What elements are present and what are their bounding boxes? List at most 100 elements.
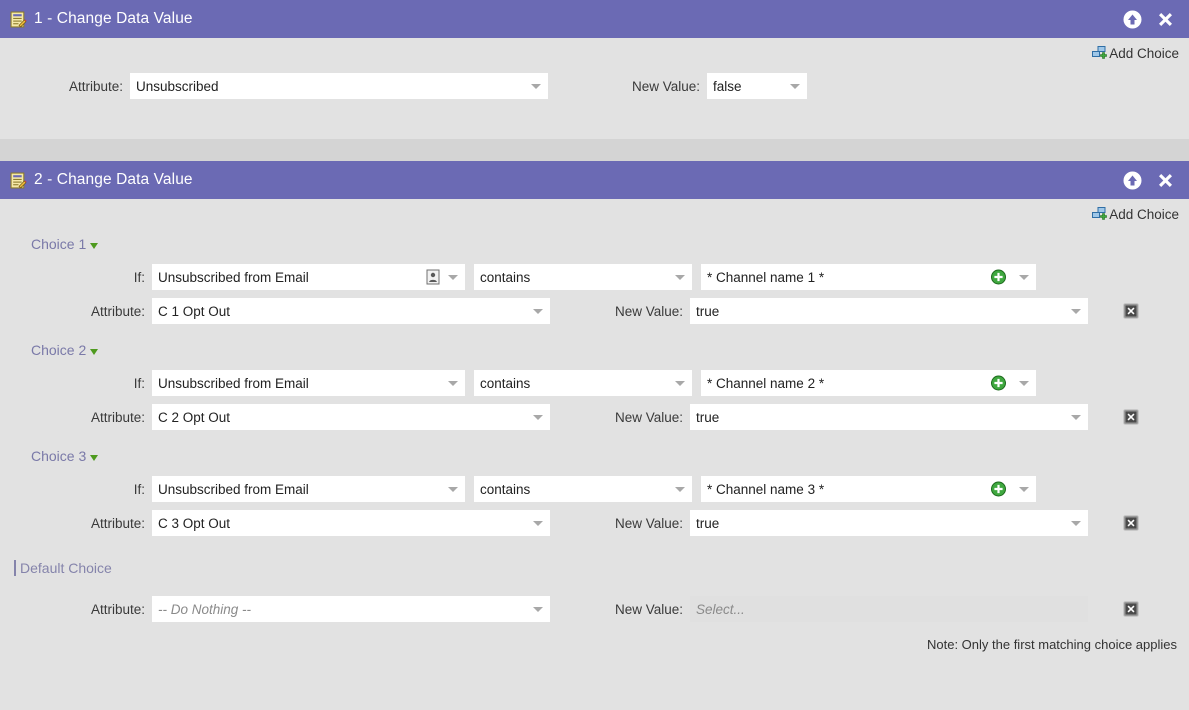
panel-separator bbox=[0, 139, 1189, 161]
choice-1-attribute-select[interactable]: C 1 Opt Out bbox=[152, 298, 550, 324]
choice-2-delete-button[interactable] bbox=[1123, 409, 1139, 425]
choice-1-operator-select[interactable]: contains bbox=[474, 264, 692, 290]
choice-3-if-field-value: Unsubscribed from Email bbox=[158, 481, 309, 497]
choice-3-attribute-row: Attribute: C 3 Opt Out New Value: true bbox=[0, 508, 1189, 538]
notepad-pencil-icon bbox=[10, 11, 27, 28]
choice-3-delete-button[interactable] bbox=[1123, 515, 1139, 531]
panel-2-header: 2 - Change Data Value bbox=[0, 161, 1189, 199]
default-choice-new-value-placeholder: Select... bbox=[696, 601, 745, 617]
choice-1-attribute-row: Attribute: C 1 Opt Out New Value: true bbox=[0, 296, 1189, 326]
choice-3-compare-value: * Channel name 3 * bbox=[707, 481, 825, 497]
choice-3-compare-value-select[interactable]: * Channel name 3 * bbox=[701, 476, 1036, 502]
choice-3-operator-select[interactable]: contains bbox=[474, 476, 692, 502]
choice-3-header: Choice 3 bbox=[0, 448, 1189, 464]
choice-2-header: Choice 2 bbox=[0, 342, 1189, 358]
choice-block-3: Choice 3 If: Unsubscribed from Email con… bbox=[0, 448, 1189, 538]
default-choice-new-value-label: New Value: bbox=[614, 601, 683, 617]
choice-1-new-value-select[interactable]: true bbox=[690, 298, 1088, 324]
default-choice-attribute-value: -- Do Nothing -- bbox=[158, 601, 252, 617]
close-x-icon[interactable] bbox=[1156, 10, 1175, 29]
choice-1-attribute-value: C 1 Opt Out bbox=[158, 303, 231, 319]
choice-2-if-field-select[interactable]: Unsubscribed from Email bbox=[152, 370, 465, 396]
chevron-down-icon bbox=[675, 275, 685, 280]
close-x-icon[interactable] bbox=[1156, 171, 1175, 190]
panel-1-attribute-select[interactable]: Unsubscribed bbox=[130, 73, 548, 99]
choice-2-label: Choice 2 bbox=[31, 342, 87, 358]
choice-block-1: Choice 1 If: Unsubscribed from Email con… bbox=[0, 236, 1189, 326]
chevron-down-icon bbox=[675, 487, 685, 492]
choice-2-attribute-value: C 2 Opt Out bbox=[158, 409, 231, 425]
choice-1-toggle[interactable]: Choice 1 bbox=[31, 236, 99, 252]
choice-3-label: Choice 3 bbox=[31, 448, 87, 464]
add-choice-label: Add Choice bbox=[1109, 46, 1179, 61]
choice-1-attribute-label: Attribute: bbox=[90, 303, 145, 319]
panel-2-body: Add Choice Choice 1 If: Unsubscribed fro… bbox=[0, 199, 1189, 710]
choice-3-if-field-select[interactable]: Unsubscribed from Email bbox=[152, 476, 465, 502]
panel-1-title-wrap: 1 - Change Data Value bbox=[10, 10, 193, 28]
choice-1-if-label: If: bbox=[133, 269, 145, 285]
notepad-pencil-icon bbox=[10, 172, 27, 189]
choice-1-label: Choice 1 bbox=[31, 236, 87, 252]
add-choice-button-2[interactable]: Add Choice bbox=[1092, 207, 1179, 222]
choice-2-attribute-row: Attribute: C 2 Opt Out New Value: true bbox=[0, 402, 1189, 432]
choice-2-compare-value-select[interactable]: * Channel name 2 * bbox=[701, 370, 1036, 396]
contact-card-icon[interactable] bbox=[426, 269, 440, 285]
up-arrow-circle-icon[interactable] bbox=[1123, 171, 1142, 190]
default-choice-header: Default Choice bbox=[0, 560, 1189, 576]
choice-3-attribute-value: C 3 Opt Out bbox=[158, 515, 231, 531]
chevron-down-icon bbox=[448, 487, 458, 492]
choice-2-if-label: If: bbox=[133, 375, 145, 391]
chevron-down-icon bbox=[790, 84, 800, 89]
choice-3-attribute-select[interactable]: C 3 Opt Out bbox=[152, 510, 550, 536]
choice-2-toggle[interactable]: Choice 2 bbox=[31, 342, 99, 358]
panel-1-attribute-value: Unsubscribed bbox=[136, 78, 219, 94]
default-choice-block: Default Choice Attribute: -- Do Nothing … bbox=[0, 560, 1189, 652]
choice-3-new-value: true bbox=[696, 515, 720, 531]
choice-1-operator-value: contains bbox=[480, 269, 531, 285]
panel-1-body: Add Choice Attribute: Unsubscribed New V… bbox=[0, 38, 1189, 139]
choice-3-attribute-label: Attribute: bbox=[90, 515, 145, 531]
choice-3-operator-value: contains bbox=[480, 481, 531, 497]
choice-1-new-value-label: New Value: bbox=[614, 303, 683, 319]
choice-3-toggle[interactable]: Choice 3 bbox=[31, 448, 99, 464]
chevron-down-icon bbox=[533, 415, 543, 420]
panel-1-title: 1 - Change Data Value bbox=[34, 10, 193, 27]
choice-2-operator-value: contains bbox=[480, 375, 531, 391]
choice-block-2: Choice 2 If: Unsubscribed from Email con… bbox=[0, 342, 1189, 432]
choice-2-attribute-select[interactable]: C 2 Opt Out bbox=[152, 404, 550, 430]
choice-1-compare-value-select[interactable]: * Channel name 1 * bbox=[701, 264, 1036, 290]
choice-1-if-field-select[interactable]: Unsubscribed from Email bbox=[152, 264, 465, 290]
choice-1-compare-value: * Channel name 1 * bbox=[707, 269, 825, 285]
add-choice-icon bbox=[1092, 207, 1108, 222]
panel-2-title-wrap: 2 - Change Data Value bbox=[10, 171, 193, 189]
choice-2-if-field-value: Unsubscribed from Email bbox=[158, 375, 309, 391]
panel-1-new-value-select[interactable]: false bbox=[707, 73, 807, 99]
choice-2-new-value-select[interactable]: true bbox=[690, 404, 1088, 430]
choice-2-new-value-label: New Value: bbox=[614, 409, 683, 425]
choice-1-delete-button[interactable] bbox=[1123, 303, 1139, 319]
choice-3-if-row: If: Unsubscribed from Email contains * C… bbox=[0, 474, 1189, 504]
default-choice-new-value-select[interactable]: Select... bbox=[690, 596, 1088, 622]
matching-note: Note: Only the first matching choice app… bbox=[926, 637, 1177, 652]
add-choice-button-1[interactable]: Add Choice bbox=[1092, 46, 1179, 61]
choice-3-new-value-select[interactable]: true bbox=[690, 510, 1088, 536]
choice-1-header: Choice 1 bbox=[0, 236, 1189, 252]
green-plus-icon[interactable] bbox=[991, 269, 1006, 285]
add-choice-icon bbox=[1092, 46, 1108, 61]
choice-2-operator-select[interactable]: contains bbox=[474, 370, 692, 396]
chevron-down-icon bbox=[675, 381, 685, 386]
chevron-down-icon bbox=[533, 607, 543, 612]
choice-2-attribute-label: Attribute: bbox=[90, 409, 145, 425]
default-choice-attribute-select[interactable]: -- Do Nothing -- bbox=[152, 596, 550, 622]
chevron-down-icon bbox=[1019, 381, 1029, 386]
up-arrow-circle-icon[interactable] bbox=[1123, 10, 1142, 29]
chevron-down-icon bbox=[90, 454, 99, 461]
panel-2-header-actions bbox=[1123, 171, 1175, 190]
chevron-down-icon bbox=[448, 275, 458, 280]
green-plus-icon[interactable] bbox=[991, 481, 1006, 497]
panel-2-title: 2 - Change Data Value bbox=[34, 171, 193, 188]
choice-3-if-label: If: bbox=[133, 481, 145, 497]
default-choice-attribute-row: Attribute: -- Do Nothing -- New Value: S… bbox=[0, 594, 1189, 624]
default-choice-delete-button[interactable] bbox=[1123, 601, 1139, 617]
green-plus-icon[interactable] bbox=[991, 375, 1006, 391]
